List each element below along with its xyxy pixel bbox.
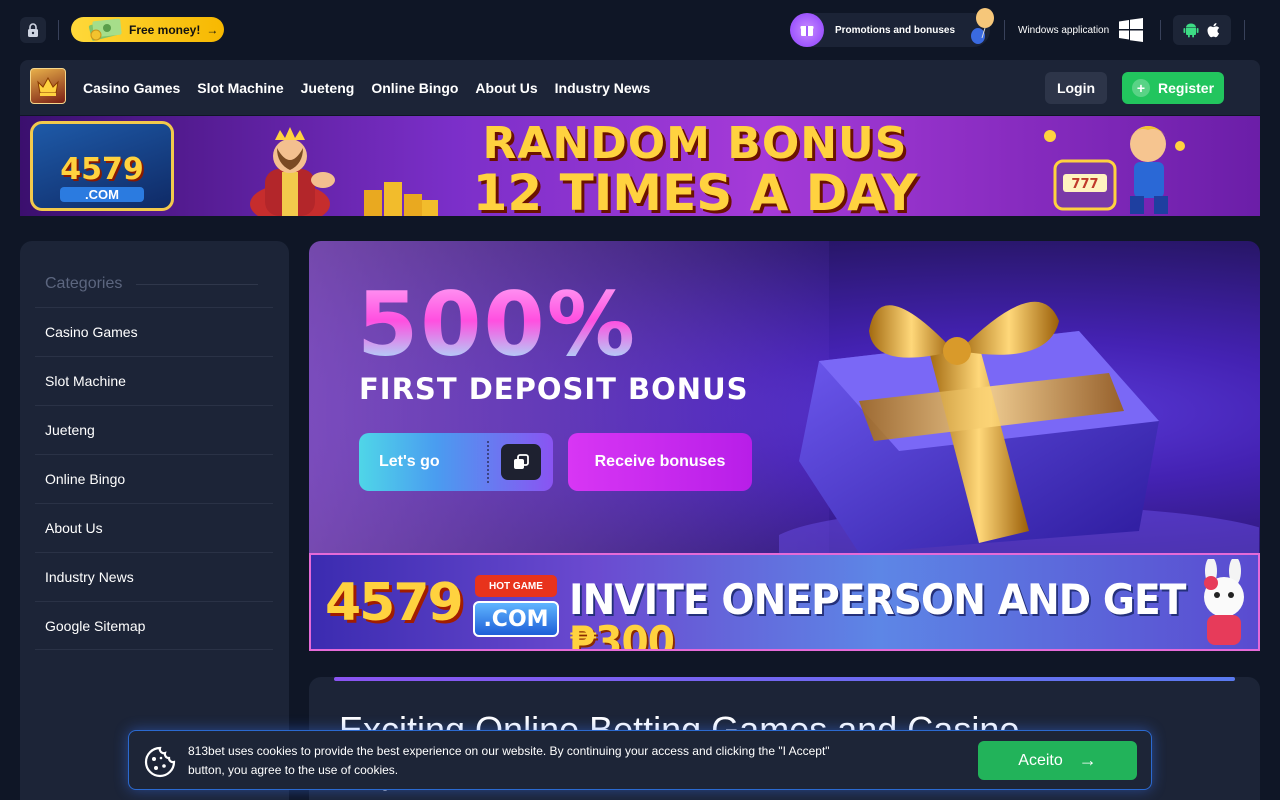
king-character-image	[250, 127, 335, 216]
banner-headline: RANDOM BONUS 12 TIMES A DAY	[460, 118, 930, 217]
arrow-right-icon: →	[1078, 750, 1097, 770]
register-button[interactable]: + Register	[1122, 72, 1224, 104]
invite-headline: INVITE ONEPERSON AND GET ₱300	[569, 579, 1210, 651]
copy-icon	[514, 454, 529, 469]
cookie-message: 813bet uses cookies to provide the best …	[188, 744, 830, 777]
divider	[58, 20, 59, 40]
nav-about-us[interactable]: About Us	[475, 80, 537, 96]
cash-icon	[88, 18, 122, 41]
sidebar-item-online-bingo[interactable]: Online Bingo	[35, 454, 273, 503]
free-money-button[interactable]: Free money! →	[71, 17, 224, 42]
divider	[136, 284, 258, 285]
windows-icon	[1119, 18, 1144, 42]
nav-links: Casino Games Slot Machine Jueteng Online…	[83, 60, 667, 115]
balloon-icon	[971, 8, 994, 44]
promotions-button[interactable]: Promotions and bonuses	[790, 8, 994, 47]
windows-app-link[interactable]: Windows application	[1018, 16, 1144, 44]
divider	[1160, 20, 1161, 40]
sidebar-item-slot-machine[interactable]: Slot Machine	[35, 356, 273, 405]
arrow-right-icon: →	[206, 22, 219, 37]
nav-jueteng[interactable]: Jueteng	[301, 80, 355, 96]
banner-logo-domain: .COM	[60, 187, 144, 202]
promotions-label: Promotions and bonuses	[835, 24, 956, 36]
sidebar-item-google-sitemap[interactable]: Google Sitemap	[35, 601, 273, 650]
site-logo[interactable]	[30, 68, 66, 104]
divider	[1004, 20, 1005, 40]
invite-banner[interactable]: 4579 HOT GAME .COM INVITE ONEPERSON AND …	[309, 553, 1260, 651]
nav-online-bingo[interactable]: Online Bingo	[371, 80, 458, 96]
random-bonus-banner[interactable]: 4579 .COM RANDOM BONUS 12 TIMES A DAY 77…	[20, 116, 1260, 216]
categories-sidebar: Categories Casino Games Slot Machine Jue…	[20, 241, 289, 800]
banner-logo-number: 4579	[60, 152, 144, 187]
login-button[interactable]: Login	[1045, 72, 1107, 104]
invite-logo-number: 4579	[325, 573, 464, 633]
bonus-percent: 500%	[357, 273, 637, 376]
nav-industry-news[interactable]: Industry News	[555, 80, 651, 96]
nav-casino-games[interactable]: Casino Games	[83, 80, 180, 96]
sidebar-item-about-us[interactable]: About Us	[35, 503, 273, 552]
lets-go-label: Let's go	[379, 453, 440, 470]
invite-logo-domain: .COM	[473, 601, 559, 637]
bonus-subtitle: FIRST DEPOSIT BONUS	[359, 372, 749, 406]
gift-icon	[790, 13, 824, 47]
android-icon[interactable]	[1183, 22, 1199, 38]
receive-bonuses-button[interactable]: Receive bonuses	[568, 433, 752, 491]
lock-button[interactable]	[20, 17, 46, 43]
banner-line-2: 12 TIMES A DAY	[472, 164, 918, 216]
register-label: Register	[1158, 80, 1215, 96]
lock-icon	[28, 23, 38, 37]
coins-image	[364, 182, 438, 216]
crown-icon	[37, 76, 59, 96]
sidebar-title: Categories	[45, 275, 123, 292]
banner-line-1: RANDOM BONUS	[482, 118, 908, 169]
sidebar-list: Casino Games Slot Machine Jueteng Online…	[35, 307, 273, 650]
mobile-apps-group	[1173, 15, 1231, 45]
first-deposit-hero: 500% FIRST DEPOSIT BONUS Let's go Receiv…	[309, 241, 1260, 553]
invite-logo: 4579 HOT GAME .COM	[317, 561, 565, 645]
top-utility-bar: Free money! → Promotions and bonuses Win…	[0, 0, 1280, 60]
slot-character-image: 777	[1044, 126, 1185, 214]
apple-icon[interactable]	[1206, 22, 1222, 39]
main-navbar: Casino Games Slot Machine Jueteng Online…	[20, 60, 1260, 115]
gift-box-image	[779, 301, 1259, 553]
hot-game-badge: HOT GAME	[475, 575, 557, 597]
free-money-label: Free money!	[129, 22, 201, 37]
divider	[487, 441, 489, 483]
nav-slot-machine[interactable]: Slot Machine	[197, 80, 283, 96]
lets-go-button[interactable]: Let's go	[359, 433, 553, 491]
sidebar-item-jueteng[interactable]: Jueteng	[35, 405, 273, 454]
cookie-consent-bar: 813bet uses cookies to provide the best …	[128, 730, 1152, 790]
plus-icon: +	[1132, 79, 1150, 97]
sidebar-item-industry-news[interactable]: Industry News	[35, 552, 273, 601]
accent-bar	[334, 677, 1235, 681]
svg-text:777: 777	[1071, 177, 1098, 192]
accept-label: Aceito	[1018, 751, 1063, 769]
divider	[1244, 20, 1245, 40]
copy-button[interactable]	[501, 444, 541, 480]
sidebar-item-casino-games[interactable]: Casino Games	[35, 307, 273, 356]
invite-amount: ₱300	[569, 617, 675, 651]
banner-logo: 4579 .COM	[30, 121, 174, 211]
rabbit-mascot-image	[1204, 559, 1244, 645]
accept-cookies-button[interactable]: Aceito →	[978, 741, 1137, 780]
windows-app-label: Windows application	[1018, 24, 1110, 36]
cookie-icon	[144, 746, 176, 778]
